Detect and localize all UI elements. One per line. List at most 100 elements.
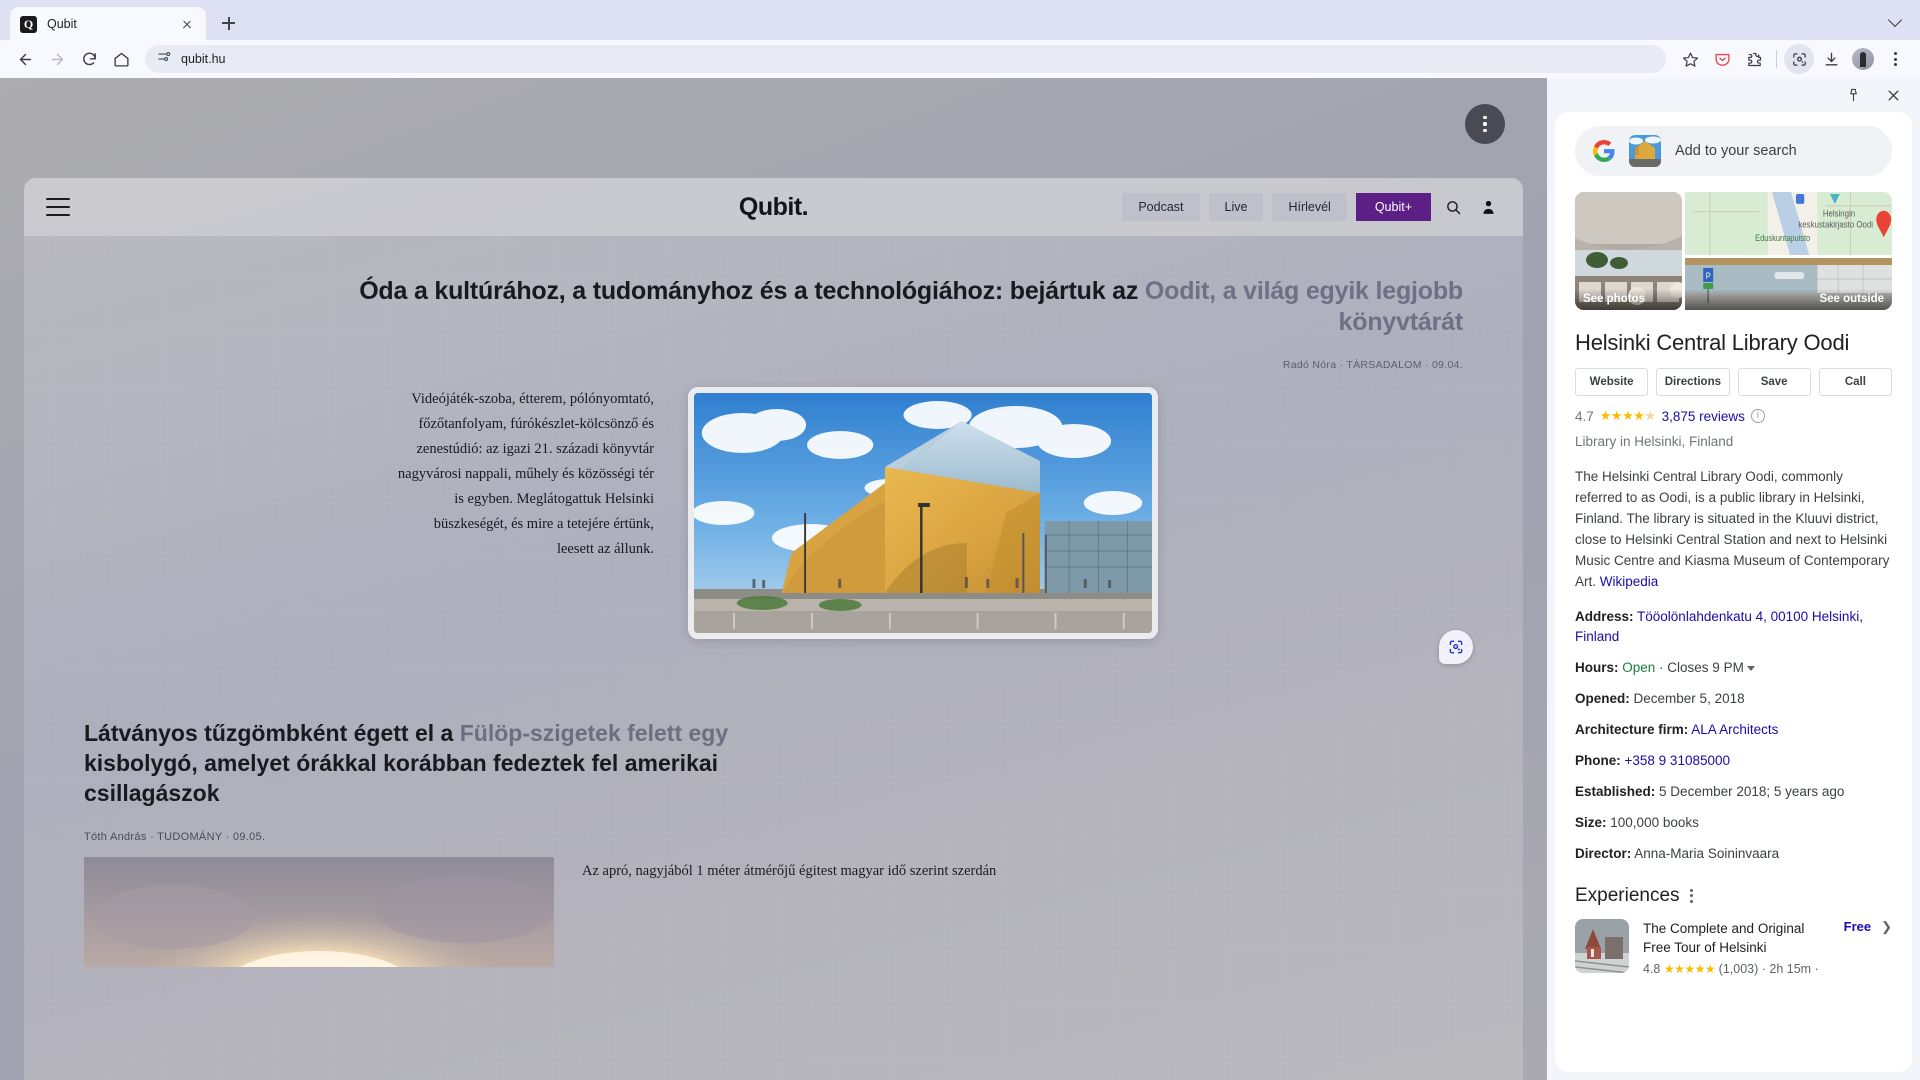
site-nav: Podcast Live Hírlevél Qubit+ [1122,193,1501,221]
svg-text:keskustakirjasto Oodi: keskustakirjasto Oodi [1798,219,1873,230]
google-logo-icon [1593,140,1615,162]
place-media-right: Helsingin keskustakirjasto Oodi Eduskunt… [1685,192,1892,310]
add-to-your-search-button[interactable]: Add to your search [1575,126,1892,176]
experience-review-count: (1,003) [1718,961,1759,976]
experience-rating: 4.8 [1643,961,1661,976]
page-and-panel: Qubit. Podcast Live Hírlevél Qubit+ Óda … [0,78,1920,1080]
article-2-date: 09.05. [232,830,266,843]
page-overlay-menu-button[interactable] [1465,104,1505,144]
directions-button[interactable]: Directions [1656,368,1730,396]
search-icon[interactable] [1440,194,1466,220]
side-panel-scroll[interactable]: Add to your search See photos Helsingin … [1555,126,1912,1072]
fact-phone-label: Phone: [1575,753,1621,769]
chevron-down-icon[interactable] [1746,666,1755,672]
fact-established: Established: 5 December 2018; 5 years ag… [1575,782,1892,803]
article-2-headline-part2: Fülöp-szigetek felett egy [459,720,729,746]
article-2-lead: Az apró, nagyjából 1 méter átmérőjű égit… [582,862,997,879]
article-2-byline: Tóth András · TUDOMÁNY · 09.05. [84,831,1463,843]
nav-item-qubit-plus[interactable]: Qubit+ [1355,193,1431,221]
article-1-byline: Radó Nóra · TÁRSADALOM · 09.04. [84,359,1463,371]
tab-strip: Q Qubit [0,0,1920,41]
fact-opened: Opened: December 5, 2018 [1575,689,1892,710]
extensions-icon[interactable] [1739,44,1769,74]
tab-title: Qubit [47,17,77,31]
fact-size-label: Size: [1575,814,1607,830]
article-2-image[interactable] [84,856,554,967]
site-info-icon[interactable] [157,49,172,69]
fact-architecture-firm: Architecture firm: ALA Architects [1575,720,1892,741]
article-1-headline[interactable]: Óda a kultúrához, a tudományhoz és a tec… [343,276,1463,337]
reviews-link[interactable]: 3,875 reviews [1662,409,1745,424]
experiences-menu-icon[interactable] [1689,888,1693,903]
account-icon[interactable] [1475,194,1501,220]
see-outside-label: See outside [1685,289,1892,310]
google-lens-chip[interactable] [1439,630,1473,664]
browser-tab[interactable]: Q Qubit [10,7,206,41]
website-button[interactable]: Website [1575,368,1649,396]
nav-item-live[interactable]: Live [1208,193,1264,221]
pin-icon[interactable] [1842,84,1864,106]
fact-hours-label: Hours: [1575,660,1619,676]
fact-director-label: Director: [1575,845,1632,861]
see-outside-tile[interactable]: P See outside [1685,258,1892,310]
fact-size: Size: 100,000 books [1575,813,1892,834]
article-1-headline-part2: Oodit, a világ egyik legjobb könyvtárát [1144,277,1463,336]
oodi-library-photo [694,393,1152,633]
see-photos-tile[interactable]: See photos [1575,192,1682,310]
article-1-lead: Videójáték-szoba, étterem, pólónyomtató,… [397,391,654,557]
avatar [1852,48,1874,70]
article-1-image[interactable] [688,387,1158,639]
experience-stars: ★★★★★ [1663,961,1716,976]
profile-avatar-icon[interactable] [1848,44,1878,74]
article-1-category[interactable]: TÁRSADALOM [1346,359,1421,371]
article-2-headline-part3: kisbolygó, amelyet órákkal korábban fede… [84,749,719,806]
rating-value: 4.7 [1575,408,1594,424]
hamburger-menu-icon[interactable] [46,198,70,216]
address-bar[interactable]: qubit.hu [145,45,1666,73]
article-2-body: Az apró, nagyjából 1 méter átmérőjű égit… [84,856,1463,967]
qubit-site: Qubit. Podcast Live Hírlevél Qubit+ Óda … [24,178,1523,1080]
forward-icon[interactable] [42,44,72,74]
bookmark-star-icon[interactable] [1675,44,1705,74]
fact-address-label: Address: [1575,608,1634,624]
pocket-icon[interactable] [1707,44,1737,74]
reload-icon[interactable] [74,44,104,74]
save-button[interactable]: Save [1737,368,1811,396]
experiences-header: Experiences [1575,885,1892,907]
new-tab-button[interactable] [214,9,242,37]
google-lens-icon[interactable] [1784,44,1814,74]
nav-item-newsletter[interactable]: Hírlevél [1272,193,1347,221]
byline2-sep-2: · [225,830,233,843]
call-button[interactable]: Call [1818,368,1892,396]
close-icon[interactable] [178,15,196,33]
experience-thumbnail [1575,918,1629,973]
article-2-author: Tóth András [84,830,147,843]
article-2-headline[interactable]: Látványos tűzgömbként égett el a Fülöp-s… [84,719,844,809]
chevron-down-icon[interactable] [1886,9,1906,29]
experience-list-item[interactable]: The Complete and Original Free Tour of H… [1575,918,1892,976]
experience-meta: 4.8 ★★★★★ (1,003) · 2h 15m · [1643,962,1892,976]
place-action-buttons: Website Directions Save Call [1575,368,1892,396]
wikipedia-link[interactable]: Wikipedia [1600,574,1659,589]
side-panel-card: Add to your search See photos Helsingin … [1555,112,1912,1072]
place-title: Helsinki Central Library Oodi [1575,330,1850,355]
browser-menu-icon[interactable] [1880,44,1910,74]
fact-phone-value[interactable]: +358 9 31085000 [1625,753,1730,768]
map-tile[interactable]: Helsingin keskustakirjasto Oodi Eduskunt… [1685,192,1892,255]
site-header: Qubit. Podcast Live Hírlevél Qubit+ [24,178,1523,236]
fact-architecture-firm-label: Architecture firm: [1575,722,1689,738]
experience-details: The Complete and Original Free Tour of H… [1643,919,1892,976]
web-page-content: Qubit. Podcast Live Hírlevél Qubit+ Óda … [0,78,1547,1080]
article-2-headline-part1: Látványos tűzgömbként égett el a [84,720,460,746]
article-1-author: Radó Nóra [1282,359,1337,371]
fact-architecture-firm-value[interactable]: ALA Architects [1691,722,1778,737]
close-icon[interactable] [1882,84,1904,106]
nav-item-podcast[interactable]: Podcast [1122,193,1200,221]
back-icon[interactable] [10,44,40,74]
home-icon[interactable] [106,44,136,74]
article-2-category[interactable]: TUDOMÁNY [157,831,222,843]
chevron-right-icon[interactable]: ❯ [1881,919,1892,935]
info-icon[interactable]: i [1750,409,1765,423]
downloads-icon[interactable] [1816,44,1846,74]
map-thumbnail: Helsingin keskustakirjasto Oodi Eduskunt… [1685,192,1892,255]
